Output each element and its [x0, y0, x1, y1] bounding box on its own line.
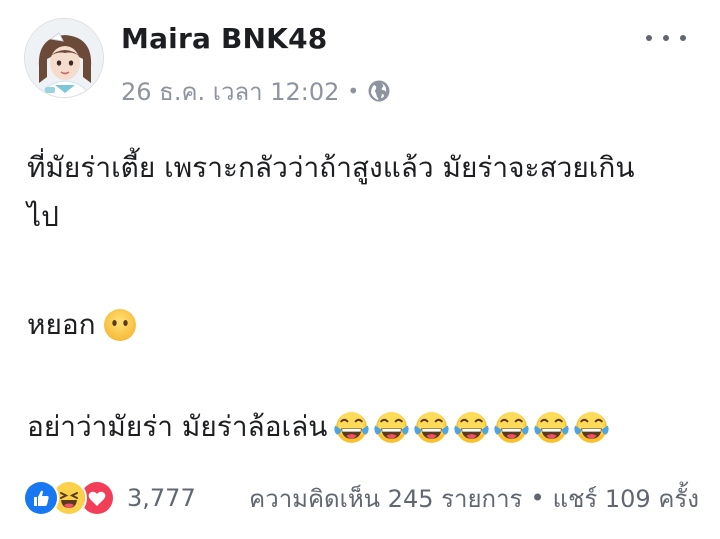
engagement-stats: ความคิดเห็น 245 รายการ • แชร์ 109 ครั้ง [249, 479, 699, 518]
joy-face-icon [534, 411, 570, 443]
post-timestamp[interactable]: 26 ธ.ค. เวลา 12:02 [121, 72, 339, 111]
joy-face-icon [494, 411, 530, 443]
post-text-line: ไป [27, 200, 59, 233]
post-text-line: ที่มัยร่าเตี้ย เพราะกลัวว่าถ้าสูงแล้ว มั… [27, 151, 635, 184]
post-text-line: หยอก [27, 303, 138, 347]
author-name[interactable]: Maira BNK48 [121, 22, 327, 55]
facebook-post: Maira BNK48 26 ธ.ค. เวลา 12:02 • ที่มัยร… [0, 0, 720, 539]
more-dot [663, 35, 669, 41]
more-dot [646, 35, 652, 41]
more-options-icon[interactable] [646, 24, 686, 52]
comments-count[interactable]: ความคิดเห็น 245 รายการ [249, 479, 522, 518]
joy-face-icon [374, 411, 410, 443]
meta-separator: • [347, 79, 360, 103]
post-text: อย่าว่ามัยร่า มัยร่าล้อเล่น [27, 410, 328, 443]
post-text: หยอก [27, 308, 96, 341]
reaction-count: 3,777 [127, 484, 196, 512]
avatar-image [25, 19, 103, 97]
reaction-summary[interactable]: 3,777 [23, 480, 196, 516]
avatar[interactable] [24, 18, 104, 98]
joy-face-icon [334, 411, 370, 443]
shares-count[interactable]: แชร์ 109 ครั้ง [553, 479, 699, 518]
joy-face-icon [414, 411, 450, 443]
stats-separator: • [530, 484, 545, 512]
post-footer: 3,777 ความคิดเห็น 245 รายการ • แชร์ 109 … [23, 478, 699, 518]
joy-emoji-row [333, 409, 613, 446]
globe-icon [367, 79, 391, 103]
joy-face-icon [574, 411, 610, 443]
joy-face-icon [454, 411, 490, 443]
neutral-face-icon [102, 307, 138, 343]
more-dot [680, 35, 686, 41]
post-text-line: อย่าว่ามัยร่า มัยร่าล้อเล่น [27, 405, 613, 449]
post-meta: 26 ธ.ค. เวลา 12:02 • [121, 76, 391, 106]
like-reaction-icon [23, 480, 59, 516]
